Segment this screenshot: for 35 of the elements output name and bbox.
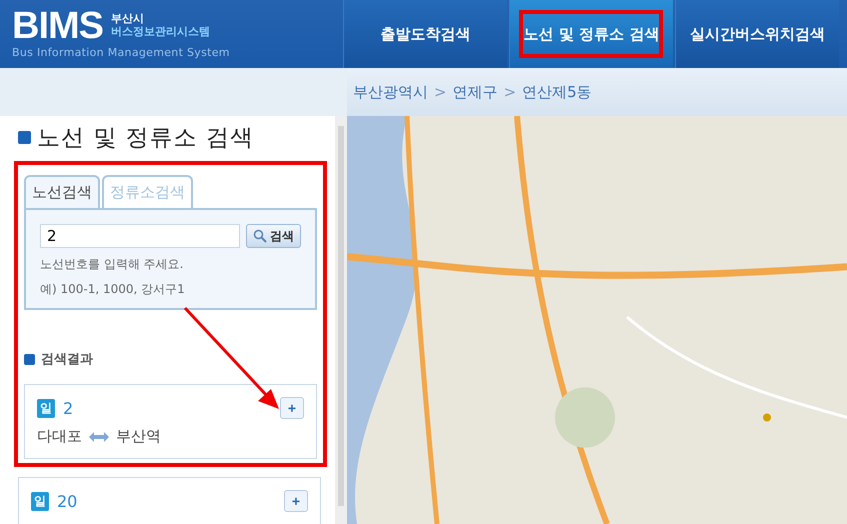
bullet-icon (24, 354, 35, 364)
scrollbar[interactable] (335, 68, 347, 524)
logo-city: 부산시 (111, 12, 145, 25)
breadcrumb-item[interactable]: 연제구 (452, 82, 498, 102)
route-origin: 다대포 (37, 427, 82, 446)
map-drawing[interactable] (347, 116, 847, 524)
breadcrumb-separator: > (504, 83, 516, 101)
search-icon (253, 229, 267, 243)
nav-tab[interactable]: 노선 및 정류소 검색 (509, 0, 673, 68)
bullet-icon (18, 131, 31, 144)
route-destination: 부산역 (116, 427, 161, 446)
breadcrumb-item[interactable]: 연산제5동 (522, 82, 592, 102)
expand-button[interactable]: + (280, 397, 304, 419)
expand-button[interactable]: + (284, 490, 308, 512)
search-button[interactable]: 검색 (246, 224, 301, 248)
route-type-badge: 일 (31, 492, 49, 510)
route-number: 2 (63, 398, 74, 418)
logo-wordmark: BIMS (12, 6, 103, 46)
results-heading: 검색결과 (41, 351, 93, 368)
help-text: 예) 100-1, 1000, 강서구1 (40, 281, 186, 298)
help-text: 노선번호를 입력해 주세요. (40, 256, 184, 273)
route-type-badge: 일 (37, 398, 55, 418)
route-result-card[interactable]: 일 2 + 다대포 부산역 (24, 384, 317, 459)
route-number: 20 (57, 492, 78, 510)
search-tab[interactable]: 노선검색 (24, 175, 100, 208)
two-way-arrow-icon (88, 430, 110, 442)
nav-tab[interactable]: 실시간버스위치검색 (675, 0, 839, 68)
route-number-input[interactable]: 2 (40, 224, 240, 248)
route-result-card[interactable]: 일 20 + (18, 477, 321, 524)
nav-tab[interactable]: 출발도착검색 (343, 0, 507, 68)
logo-system-name: 버스정보관리시스템 (111, 25, 210, 38)
panel-title: 노선 및 정류소 검색 (37, 124, 254, 153)
breadcrumb-item[interactable]: 부산광역시 (353, 82, 428, 102)
logo-subtitle: Bus Information Management System (12, 46, 231, 59)
breadcrumb-separator: > (434, 83, 447, 101)
